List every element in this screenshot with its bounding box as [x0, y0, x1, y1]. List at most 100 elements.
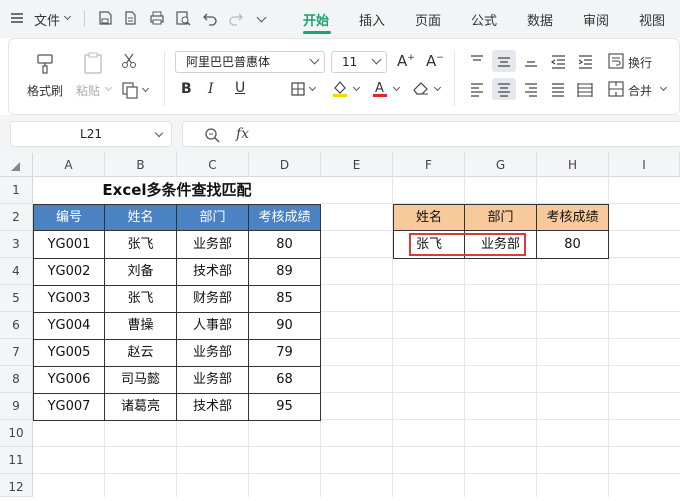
- distributed-align-button[interactable]: [573, 78, 597, 100]
- row-header-3[interactable]: 3: [0, 231, 33, 258]
- merge-chevron-icon[interactable]: [659, 83, 668, 92]
- lookup-cell-score[interactable]: 80: [537, 232, 608, 258]
- row-header-12[interactable]: 12: [0, 474, 33, 497]
- fill-color-chevron-icon[interactable]: [352, 83, 361, 92]
- column-header-g[interactable]: G: [465, 153, 537, 177]
- fx-icon[interactable]: fx: [236, 126, 249, 142]
- column-header-c[interactable]: C: [177, 153, 249, 177]
- hamburger-menu-icon[interactable]: [10, 11, 24, 25]
- tab-page[interactable]: 页面: [415, 10, 441, 29]
- paste-icon[interactable]: [82, 51, 104, 75]
- table-cell-department[interactable]: 技术部: [177, 259, 248, 285]
- format-painter-icon[interactable]: [33, 51, 57, 75]
- table-cell-department[interactable]: 人事部: [177, 313, 248, 339]
- italic-icon[interactable]: I: [208, 81, 214, 97]
- header-id[interactable]: 编号: [34, 205, 105, 231]
- table-cell-id[interactable]: YG005: [34, 340, 104, 366]
- row-header-9[interactable]: 9: [0, 393, 33, 420]
- table-cell-name[interactable]: 诸葛亮: [105, 394, 176, 420]
- zoom-search-icon[interactable]: [204, 127, 220, 143]
- cut-icon[interactable]: [121, 53, 137, 69]
- document-icon[interactable]: [122, 10, 138, 26]
- select-all-corner[interactable]: [0, 153, 33, 177]
- table-cell-department[interactable]: 业务部: [177, 340, 248, 366]
- lookup-header-department[interactable]: 部门: [465, 205, 537, 231]
- table-cell-score[interactable]: 79: [249, 340, 320, 366]
- tab-home[interactable]: 开始: [303, 10, 329, 29]
- decrease-indent-button[interactable]: [546, 50, 570, 72]
- column-header-i[interactable]: I: [609, 153, 680, 177]
- underline-icon[interactable]: U: [235, 80, 245, 96]
- tab-data[interactable]: 数据: [527, 10, 553, 29]
- table-cell-department[interactable]: 技术部: [177, 394, 248, 420]
- table-cell-id[interactable]: YG002: [34, 259, 104, 285]
- table-cell-id[interactable]: YG006: [34, 367, 104, 393]
- table-cell-name[interactable]: 曹操: [105, 313, 176, 339]
- decrease-font-icon[interactable]: A−: [426, 52, 444, 70]
- save-icon[interactable]: [97, 10, 113, 26]
- align-bottom-button[interactable]: [519, 50, 543, 72]
- borders-chevron-icon[interactable]: [308, 83, 317, 92]
- align-right-button[interactable]: [519, 78, 543, 100]
- row-header-11[interactable]: 11: [0, 447, 33, 474]
- table-cell-id[interactable]: YG004: [34, 313, 104, 339]
- table-cell-name[interactable]: 张飞: [105, 286, 176, 312]
- eraser-chevron-icon[interactable]: [433, 83, 442, 92]
- font-color-chevron-icon[interactable]: [392, 83, 401, 92]
- tab-insert[interactable]: 插入: [359, 10, 385, 29]
- formula-input[interactable]: fx: [182, 121, 680, 147]
- name-box[interactable]: L21: [10, 121, 172, 147]
- spreadsheet-grid[interactable]: A B C D E F G H I 1 2 3 4 5 6 7 8 9 10 1…: [0, 153, 680, 497]
- column-header-e[interactable]: E: [321, 153, 393, 177]
- table-cell-name[interactable]: 刘备: [105, 259, 176, 285]
- tab-view[interactable]: 视图: [639, 10, 665, 29]
- column-header-h[interactable]: H: [537, 153, 609, 177]
- font-name-select[interactable]: 阿里巴巴普惠体: [175, 51, 325, 73]
- header-name[interactable]: 姓名: [105, 205, 177, 231]
- merge-cells-button[interactable]: 合并: [628, 82, 652, 99]
- table-cell-department[interactable]: 业务部: [177, 232, 248, 258]
- table-cell-score[interactable]: 90: [249, 313, 320, 339]
- table-cell-score[interactable]: 85: [249, 286, 320, 312]
- table-cell-score[interactable]: 80: [249, 232, 320, 258]
- file-menu[interactable]: 文件: [34, 10, 60, 29]
- tab-formula[interactable]: 公式: [471, 10, 497, 29]
- table-cell-department[interactable]: 业务部: [177, 367, 248, 393]
- font-color-icon[interactable]: A: [371, 79, 389, 97]
- align-left-button[interactable]: [465, 78, 489, 100]
- print-preview-icon[interactable]: [175, 10, 191, 26]
- more-chevron-icon[interactable]: [256, 12, 267, 23]
- copy-icon[interactable]: [121, 81, 139, 99]
- table-cell-score[interactable]: 89: [249, 259, 320, 285]
- column-header-d[interactable]: D: [249, 153, 321, 177]
- eraser-icon[interactable]: [412, 80, 430, 96]
- header-department[interactable]: 部门: [177, 205, 249, 231]
- font-size-select[interactable]: 11: [331, 51, 387, 73]
- format-painter-button[interactable]: 格式刷: [27, 82, 63, 99]
- column-header-b[interactable]: B: [105, 153, 177, 177]
- wrap-text-icon[interactable]: [608, 53, 624, 69]
- table-cell-department[interactable]: 财务部: [177, 286, 248, 312]
- wrap-text-button[interactable]: 换行: [628, 54, 652, 71]
- table-cell-score[interactable]: 68: [249, 367, 320, 393]
- print-icon[interactable]: [149, 10, 165, 26]
- align-top-button[interactable]: [465, 50, 489, 72]
- merge-cells-icon[interactable]: [608, 81, 624, 97]
- undo-icon[interactable]: [202, 10, 218, 26]
- lookup-header-name[interactable]: 姓名: [394, 205, 465, 231]
- row-header-8[interactable]: 8: [0, 366, 33, 393]
- row-header-1[interactable]: 1: [0, 177, 33, 204]
- tab-review[interactable]: 审阅: [583, 10, 609, 29]
- borders-icon[interactable]: [291, 82, 305, 96]
- table-cell-name[interactable]: 赵云: [105, 340, 176, 366]
- table-cell-id[interactable]: YG003: [34, 286, 104, 312]
- table-cell-id[interactable]: YG007: [34, 394, 104, 420]
- bold-icon[interactable]: B: [181, 81, 192, 97]
- align-middle-button[interactable]: [492, 50, 516, 72]
- row-header-10[interactable]: 10: [0, 420, 33, 447]
- table-cell-name[interactable]: 张飞: [105, 232, 176, 258]
- fill-color-icon[interactable]: [331, 79, 349, 97]
- table-cell-name[interactable]: 司马懿: [105, 367, 176, 393]
- justify-button[interactable]: [546, 78, 570, 100]
- row-header-7[interactable]: 7: [0, 339, 33, 366]
